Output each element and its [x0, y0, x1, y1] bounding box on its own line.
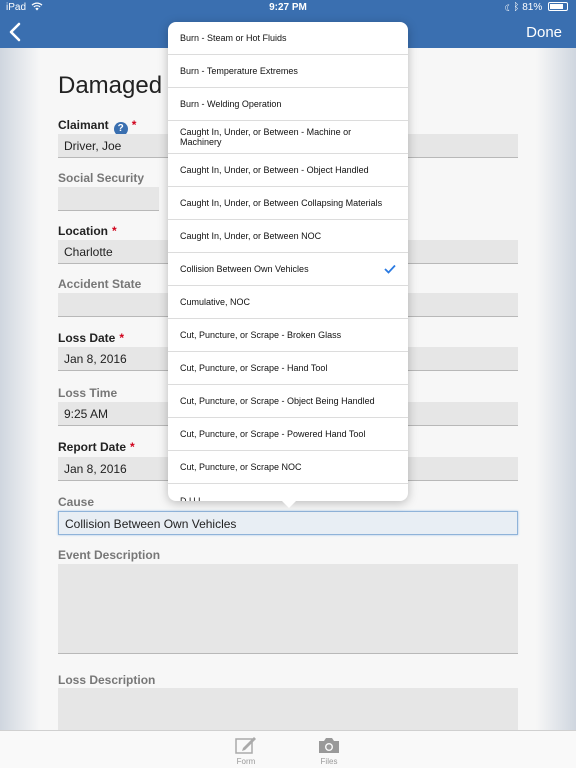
battery-icon [548, 2, 568, 11]
cause-option[interactable]: Caught In, Under, or Between - Machine o… [168, 121, 408, 154]
tab-files-label: Files [320, 757, 338, 766]
chevron-left-icon [9, 22, 21, 42]
pencil-icon [235, 737, 256, 754]
social-security-field[interactable] [58, 187, 159, 211]
loss-description-label: Loss Description [58, 673, 156, 687]
cause-option[interactable]: Cut, Puncture, or Scrape - Broken Glass [168, 319, 408, 352]
report-date-label: Report Date * [58, 440, 135, 454]
tab-form[interactable]: Form [226, 735, 266, 766]
cause-option-label: Collision Between Own Vehicles [180, 264, 309, 274]
tab-form-label: Form [236, 757, 256, 766]
cause-option-label: Cut, Puncture, or Scrape - Hand Tool [180, 363, 328, 373]
cause-option-label: Caught In, Under, or Between - Machine o… [180, 127, 352, 147]
cause-option-label: Caught In, Under, or Between Collapsing … [180, 198, 383, 208]
cause-option[interactable]: Collision Between Own Vehicles [168, 253, 408, 286]
loss-description-field[interactable] [58, 688, 518, 730]
social-security-label: Social Security [58, 171, 145, 185]
cause-option-label: Cut, Puncture, or Scrape - Object Being … [180, 396, 375, 406]
tab-bar: Form Files [0, 730, 576, 768]
cause-option[interactable]: Cut, Puncture, or Scrape - Object Being … [168, 385, 408, 418]
cause-field[interactable]: Collision Between Own Vehicles [58, 511, 518, 535]
cause-option-label: Cumulative, NOC [180, 297, 251, 307]
location-label: Location * [58, 224, 117, 238]
cause-option-label: Burn - Steam or Hot Fluids [180, 33, 287, 43]
cause-option[interactable]: Cut, Puncture, or Scrape - Hand Tool [168, 352, 408, 385]
cause-option-label: Caught In, Under, or Between - Object Ha… [180, 165, 369, 175]
bluetooth-icon: ᛒ [513, 2, 520, 13]
cause-option[interactable]: Caught In, Under, or Between NOC [168, 220, 408, 253]
cause-option[interactable]: Burn - Steam or Hot Fluids [168, 22, 408, 55]
cause-option[interactable]: Cumulative, NOC [168, 286, 408, 319]
back-button[interactable] [8, 22, 28, 42]
loss-date-label: Loss Date * [58, 331, 125, 345]
cause-options-list: Burn - Steam or Hot Fluids Burn - Tempera… [168, 22, 408, 501]
checkmark-icon [384, 264, 396, 274]
popover-arrow [281, 500, 297, 508]
event-description-field[interactable] [58, 564, 518, 654]
cause-option-label: Caught In, Under, or Between NOC [180, 231, 322, 241]
required-marker: * [112, 224, 117, 238]
cause-label: Cause [58, 495, 95, 509]
status-bar: iPad 9:27 PM ☾ ᛒ 81% [0, 0, 576, 16]
cause-option-label: Burn - Welding Operation [180, 99, 282, 109]
cause-option[interactable]: Burn - Temperature Extremes [168, 55, 408, 88]
cause-option-label: Cut, Puncture, or Scrape - Powered Hand … [180, 429, 366, 439]
camera-icon [319, 738, 339, 753]
status-right: ☾ ᛒ 81% [505, 2, 568, 13]
accident-state-label: Accident State [58, 277, 142, 291]
moon-icon: ☾ [504, 2, 511, 13]
required-marker: * [131, 118, 137, 132]
cause-option-label: Cut, Puncture, or Scrape - Broken Glass [180, 330, 342, 340]
cause-option[interactable]: Caught In, Under, or Between Collapsing … [168, 187, 408, 220]
cause-option[interactable]: D.U.I. [168, 484, 408, 502]
required-marker: * [130, 440, 135, 454]
event-description-label: Event Description [58, 548, 161, 562]
required-marker: * [119, 331, 125, 345]
form-title: Damaged C [58, 72, 187, 99]
cause-option-label: Burn - Temperature Extremes [180, 66, 298, 76]
cause-option[interactable]: Caught In, Under, or Between - Object Ha… [168, 154, 408, 187]
cause-option[interactable]: Cut, Puncture, or Scrape - Powered Hand … [168, 418, 408, 451]
battery-percent: 81% [522, 2, 543, 13]
status-time: 9:27 PM [269, 2, 307, 13]
done-button[interactable]: Done [526, 24, 562, 41]
tab-files[interactable]: Files [309, 735, 349, 766]
cause-option[interactable]: Burn - Welding Operation [168, 88, 408, 121]
loss-time-label: Loss Time [58, 386, 118, 400]
cause-option[interactable]: Cut, Puncture, or Scrape NOC [168, 451, 408, 484]
cause-option-label: Cut, Puncture, or Scrape NOC [180, 462, 302, 472]
cause-option-label: D.U.I. [180, 495, 204, 502]
cause-dropdown: Burn - Steam or Hot Fluids Burn - Tempera… [168, 22, 408, 501]
